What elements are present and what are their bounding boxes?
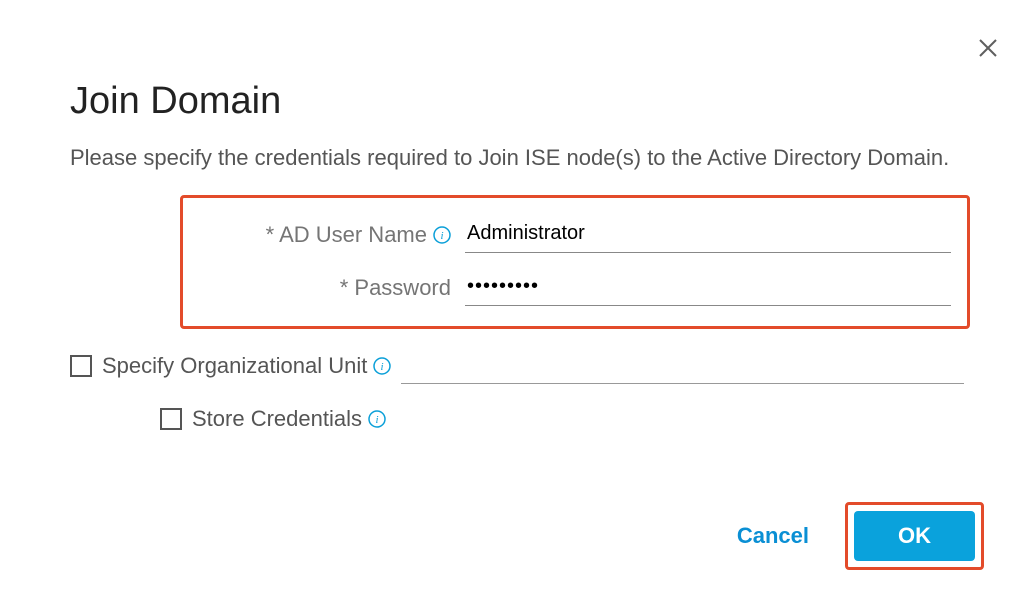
password-input-wrap xyxy=(465,271,951,306)
svg-text:i: i xyxy=(440,230,443,242)
password-row: * Password xyxy=(211,271,951,306)
dialog-button-bar: Cancel OK xyxy=(731,502,984,570)
ad-username-input-wrap xyxy=(465,218,951,253)
ad-username-input[interactable] xyxy=(465,218,951,253)
store-credentials-checkbox[interactable] xyxy=(160,408,182,430)
org-unit-label: Specify Organizational Unit xyxy=(102,353,367,379)
ok-button[interactable]: OK xyxy=(854,511,975,561)
org-unit-input[interactable] xyxy=(401,349,964,384)
ad-username-row: * AD User Name i xyxy=(211,218,951,253)
store-credentials-row: Store Credentials i xyxy=(160,406,964,432)
dialog-description: Please specify the credentials required … xyxy=(70,143,964,173)
store-credentials-label: Store Credentials xyxy=(192,406,362,432)
org-unit-label-group: Specify Organizational Unit i xyxy=(70,353,391,379)
org-unit-checkbox[interactable] xyxy=(70,355,92,377)
join-domain-dialog: Join Domain Please specify the credentia… xyxy=(0,0,1024,598)
password-input[interactable] xyxy=(465,271,951,306)
close-icon[interactable] xyxy=(976,36,1000,60)
ok-highlight: OK xyxy=(845,502,984,570)
org-unit-row: Specify Organizational Unit i xyxy=(70,349,964,384)
ad-username-label: * AD User Name i xyxy=(211,222,451,248)
credentials-highlight: * AD User Name i * Password xyxy=(180,195,970,329)
info-icon[interactable]: i xyxy=(368,410,386,428)
svg-text:i: i xyxy=(375,414,378,426)
dialog-title: Join Domain xyxy=(70,80,964,123)
password-label-text: * Password xyxy=(340,275,451,301)
info-icon[interactable]: i xyxy=(373,357,391,375)
info-icon[interactable]: i xyxy=(433,226,451,244)
ad-username-label-text: * AD User Name xyxy=(266,222,427,248)
cancel-button[interactable]: Cancel xyxy=(731,522,815,550)
password-label: * Password xyxy=(211,275,451,301)
svg-text:i: i xyxy=(381,361,384,373)
